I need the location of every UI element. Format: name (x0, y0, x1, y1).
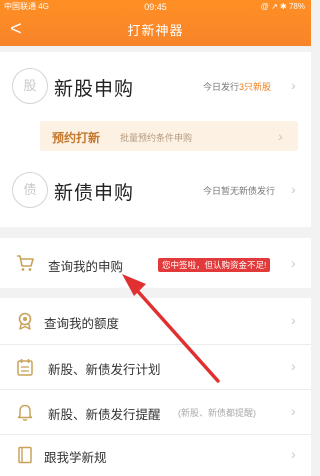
annotation-arrow (122, 274, 220, 383)
